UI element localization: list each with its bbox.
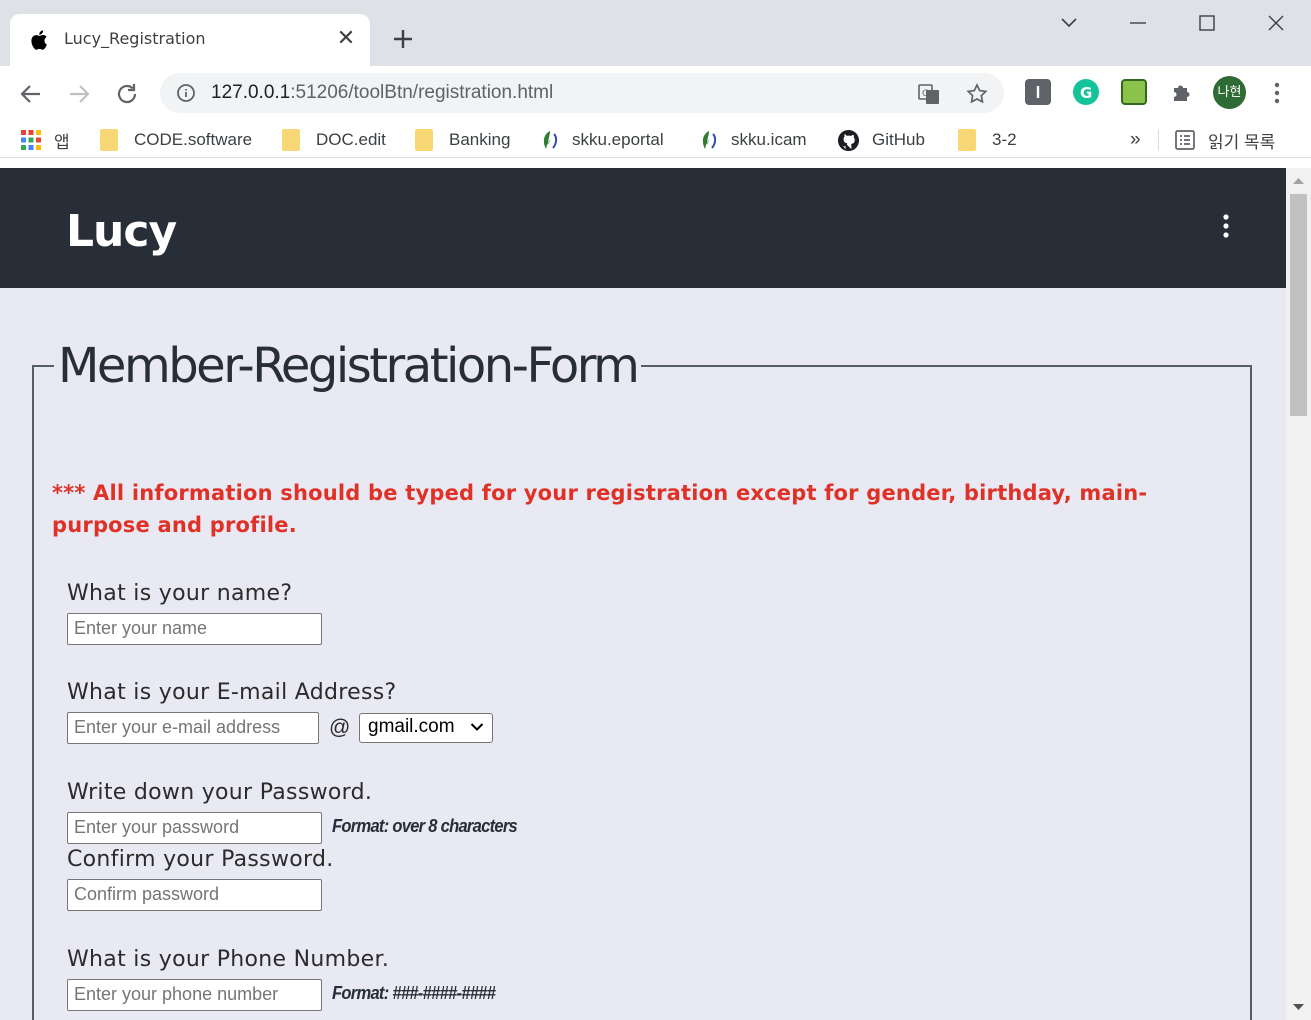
bookmark-label: 3-2: [992, 130, 1017, 149]
url-text[interactable]: 127.0.0.1:51206/toolBtn/registration.htm…: [211, 82, 553, 104]
reading-list-icon: [1175, 130, 1195, 150]
back-icon[interactable]: [15, 78, 47, 110]
close-window-icon[interactable]: [1261, 8, 1291, 38]
email-label: What is your E-mail Address?: [67, 680, 397, 705]
email-domain-value: gmail.com: [368, 716, 455, 737]
extensions-puzzle-icon[interactable]: [1169, 79, 1195, 105]
tab-close-icon[interactable]: ✕: [334, 27, 358, 51]
bookmarks-bar: 앱 CODE.software DOC.edit Banking skku.ep…: [0, 120, 1311, 158]
bookmark-star-icon[interactable]: [965, 82, 989, 106]
bookmark-skku-eportal[interactable]: skku.eportal: [540, 128, 664, 152]
profile-avatar[interactable]: 나현: [1213, 76, 1246, 109]
folder-icon: [958, 129, 976, 151]
translate-icon[interactable]: G: [917, 82, 941, 106]
browser-tab[interactable]: Lucy_Registration ✕: [10, 14, 370, 66]
reading-list-label: 읽기 목록: [1208, 132, 1276, 152]
bookmark-label: DOC.edit: [316, 130, 386, 149]
at-sign: @: [329, 716, 351, 739]
bookmark-code-software[interactable]: CODE.software: [100, 128, 252, 152]
scroll-down-arrow-icon[interactable]: [1292, 1002, 1305, 1012]
bookmark-label: skku.icam: [731, 130, 807, 149]
apps-grid-icon: [21, 130, 41, 150]
skku-icon: [543, 131, 558, 149]
bookmarks-divider: [1158, 129, 1159, 151]
bookmark-label: skku.eportal: [572, 130, 664, 149]
address-bar[interactable]: 127.0.0.1:51206/toolBtn/registration.htm…: [160, 73, 1004, 113]
maximize-icon[interactable]: [1192, 8, 1222, 38]
password-label: Write down your Password.: [67, 780, 373, 805]
apple-icon: [31, 30, 47, 50]
extension-instapaper-icon[interactable]: [1025, 79, 1051, 105]
bookmark-apps[interactable]: 앱: [20, 128, 70, 152]
scrollbar-thumb[interactable]: [1290, 194, 1307, 416]
phone-format-hint: Format: ###-####-####: [332, 983, 496, 1003]
forward-icon[interactable]: [63, 78, 95, 110]
email-input[interactable]: Enter your e-mail address: [67, 712, 319, 744]
skku-icon: [702, 131, 717, 149]
new-tab-icon[interactable]: [388, 24, 418, 54]
name-input[interactable]: Enter your name: [67, 613, 322, 645]
bookmark-skku-icam[interactable]: skku.icam: [699, 128, 807, 152]
tab-strip: Lucy_Registration ✕: [0, 0, 1311, 66]
bookmark-label: CODE.software: [134, 130, 253, 149]
browser-menu-icon[interactable]: [1265, 79, 1289, 107]
form-legend: Member-Registration-Form: [54, 338, 642, 394]
folder-icon: [282, 129, 300, 151]
bookmark-label: GitHub: [872, 130, 925, 149]
phone-label: What is your Phone Number.: [67, 947, 390, 972]
browser-toolbar: 127.0.0.1:51206/toolBtn/registration.htm…: [0, 66, 1311, 120]
url-path: :51206/toolBtn/registration.html: [290, 82, 554, 103]
url-host: 127.0.0.1: [211, 82, 291, 103]
bookmark-banking[interactable]: Banking: [415, 128, 510, 152]
email-domain-select[interactable]: gmail.com: [359, 713, 493, 743]
password-input[interactable]: Enter your password: [67, 812, 322, 844]
site-logo[interactable]: Lucy: [66, 206, 177, 257]
bookmark-label: Banking: [449, 130, 511, 149]
site-header: Lucy: [0, 168, 1286, 288]
page-viewport: Lucy Member-Registration-Form *** All in…: [0, 168, 1286, 1020]
github-icon: [837, 129, 860, 151]
required-notice: *** All information should be typed for …: [52, 481, 1148, 537]
phone-input[interactable]: Enter your phone number: [67, 979, 322, 1011]
password-format-hint: Format: over 8 characters: [332, 816, 518, 836]
bookmark-doc-edit[interactable]: DOC.edit: [282, 128, 386, 152]
more-bookmarks-button[interactable]: »: [1130, 128, 1141, 152]
tab-search-chevron-icon[interactable]: [1054, 8, 1084, 38]
scroll-up-arrow-icon[interactable]: [1292, 176, 1305, 186]
chevron-down-icon: [470, 723, 484, 731]
folder-icon: [100, 129, 118, 151]
reload-icon[interactable]: [111, 78, 143, 110]
bookmark-label: 앱: [54, 132, 70, 152]
confirm-password-label: Confirm your Password.: [67, 847, 334, 872]
kebab-menu-icon[interactable]: [1214, 212, 1238, 240]
tab-title: Lucy_Registration: [64, 29, 206, 48]
name-label: What is your name?: [67, 581, 293, 606]
grammarly-icon[interactable]: G: [1073, 79, 1099, 105]
page-scrollbar[interactable]: [1286, 168, 1311, 1020]
site-info-icon[interactable]: [176, 83, 196, 103]
icam-extension-icon[interactable]: [1121, 79, 1147, 105]
svg-text:G: G: [1080, 84, 1092, 102]
confirm-password-input[interactable]: Confirm password: [67, 879, 322, 911]
reading-list-button[interactable]: 읽기 목록: [1174, 128, 1275, 152]
bookmark-github[interactable]: GitHub: [837, 128, 925, 152]
bookmark-3-2[interactable]: 3-2: [958, 128, 1017, 152]
minimize-icon[interactable]: [1123, 8, 1153, 38]
svg-text:G: G: [922, 89, 929, 99]
folder-icon: [415, 129, 433, 151]
